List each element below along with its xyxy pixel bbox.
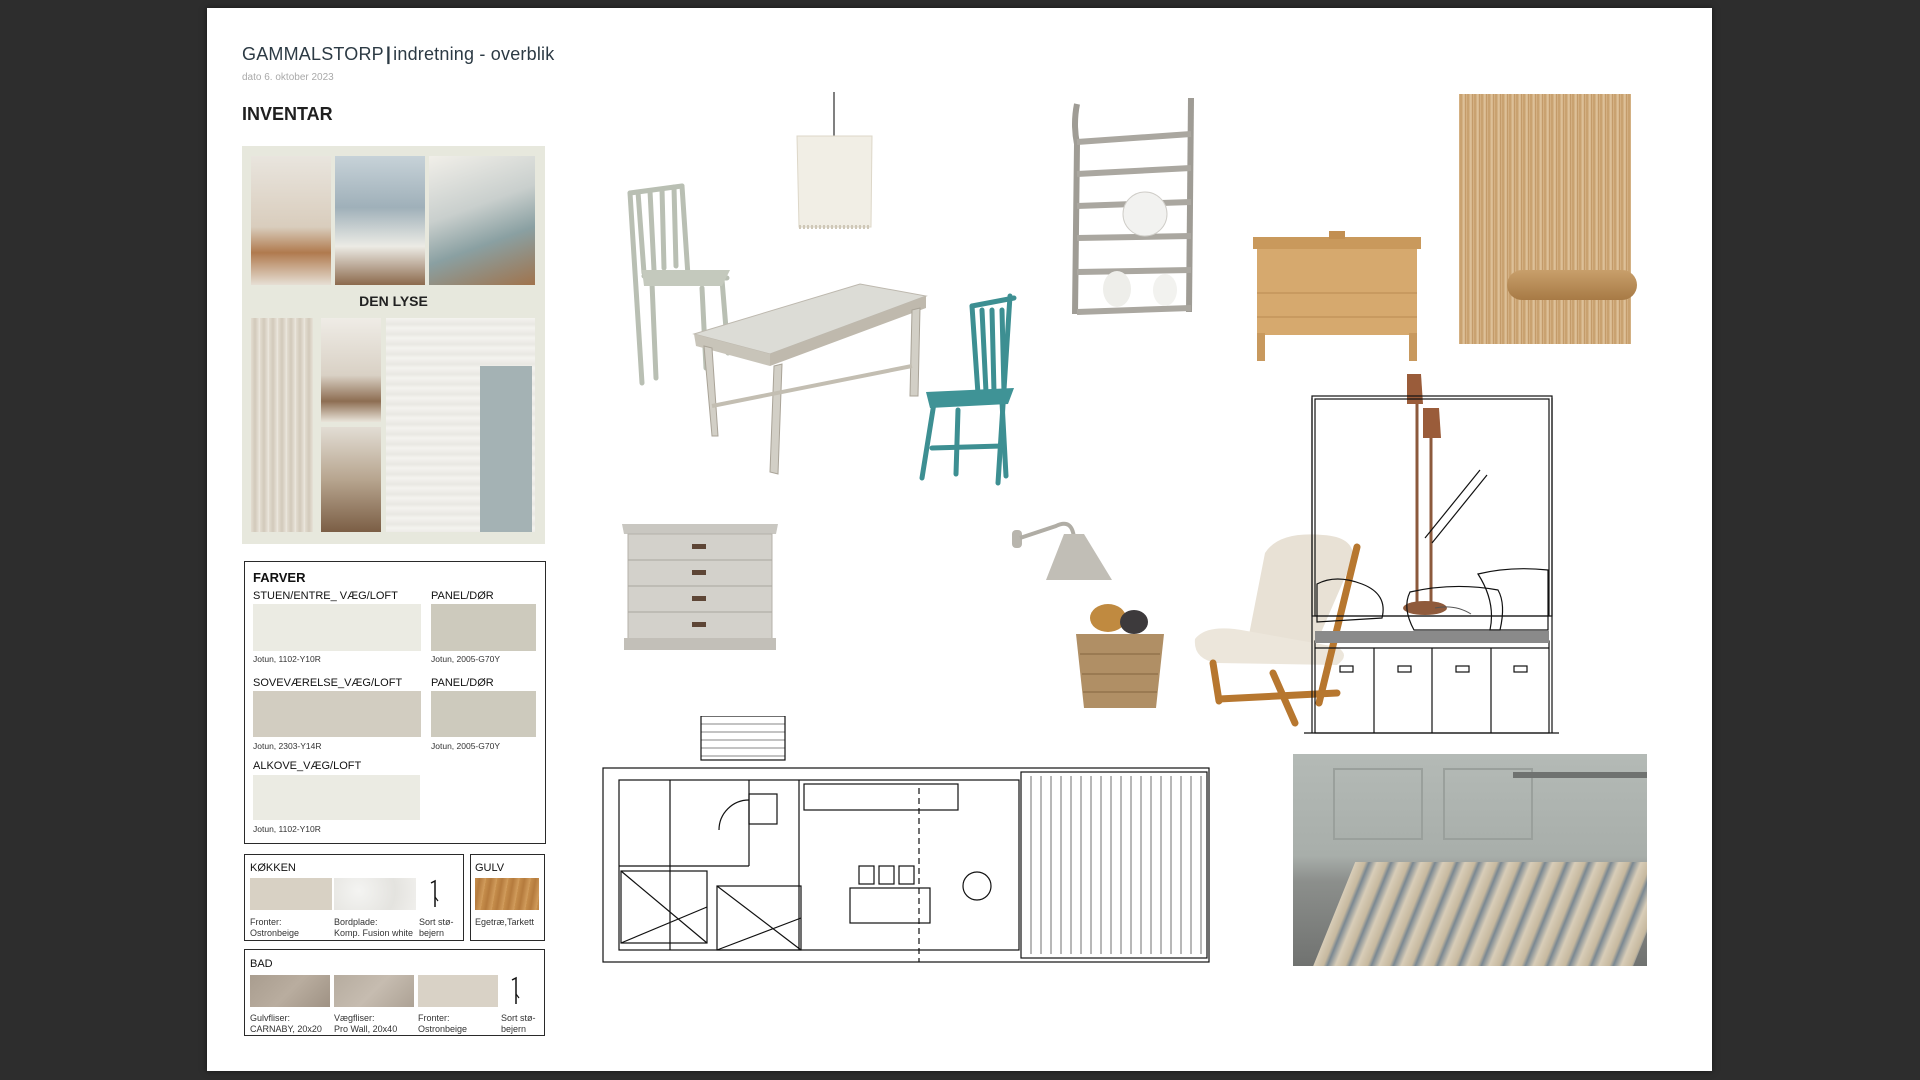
floor-plan-drawing	[602, 716, 1210, 963]
farver-row3-label: ALKOVE_VÆG/LOFT	[253, 760, 362, 772]
moodboard-panel: DEN LYSE	[242, 146, 545, 544]
caption-line: Gulvfliser:	[250, 1013, 291, 1023]
caption-line: Bordplade:	[334, 917, 378, 927]
bad-swatch-gulvfliser	[250, 975, 330, 1007]
farver-row2-label: SOVEVÆRELSE_VÆG/LOFT	[253, 677, 403, 689]
kokken-caption-bordplade: Bordplade: Komp. Fusion white	[334, 917, 413, 939]
farver-row2-label2: PANEL/DØR	[431, 677, 494, 689]
farver-row2-code2: Jotun, 2005-G70Y	[431, 741, 500, 751]
caption-line: bejern	[501, 1024, 527, 1034]
teal-dining-chair-image	[919, 293, 1017, 486]
document-page: GAMMALSTORP | indretning - overblik dato 6…	[207, 8, 1712, 1071]
grey-dresser-image	[622, 524, 778, 650]
wall-lamp-image	[1012, 521, 1112, 580]
title-subtitle: indretning - overblik	[393, 44, 555, 64]
rustic-dining-table-image	[692, 283, 928, 475]
farver-title: FARVER	[253, 570, 306, 585]
bad-title: BAD	[250, 958, 273, 970]
caption-line: CARNABY, 20x20	[250, 1024, 322, 1034]
bad-swatch-vaegfliser	[334, 975, 414, 1007]
mood-photo-bedroom	[321, 318, 381, 422]
mood-photo-kitchen-shelf	[335, 156, 425, 285]
caption-line: bejern	[419, 928, 445, 938]
farver-row2-code: Jotun, 2303-Y14R	[253, 741, 322, 751]
mood-photo-living	[251, 156, 331, 285]
rug	[1310, 862, 1647, 966]
title-separator: |	[385, 44, 392, 64]
farver-row1-label: STUEN/ENTRE_ VÆG/LOFT	[253, 590, 398, 602]
farver-row2-swatch2	[431, 691, 536, 737]
mood-photo-staircase	[429, 156, 535, 285]
jute-basket-image	[1076, 604, 1164, 708]
blind-roll	[1507, 270, 1637, 300]
faucet-icon	[511, 976, 520, 1004]
mood-photo-curtain	[251, 318, 313, 532]
gulv-swatch-oak	[475, 878, 539, 910]
caption-line: Komp. Fusion white	[334, 928, 414, 938]
alcove-elevation-drawing	[1304, 395, 1559, 734]
mood-photo-storage	[321, 427, 381, 532]
farver-row1-code2: Jotun, 2005-G70Y	[431, 654, 500, 664]
mood-photo-door	[480, 366, 532, 532]
caption-line: Sort stø-	[501, 1013, 536, 1023]
farver-row2-swatch	[253, 691, 421, 737]
bad-box: BAD Gulvfliser: CARNABY, 20x20 Vægfliser:…	[244, 949, 545, 1036]
wall-panel	[1443, 768, 1533, 840]
moodboard-label: DEN LYSE	[359, 293, 428, 309]
kokken-title: KØKKEN	[250, 862, 296, 874]
bad-swatch-fronter	[418, 975, 498, 1007]
kokken-caption-faucet: Sort stø-bejern	[419, 917, 454, 939]
oak-chest-bench-image	[1253, 231, 1421, 361]
bad-caption-vaegfliser: Vægfliser: Pro Wall, 20x40	[334, 1013, 397, 1035]
pendant-lamp-image	[796, 92, 873, 229]
caption-line: Ostronbeige	[250, 928, 300, 938]
farver-box: FARVER STUEN/ENTRE_ VÆG/LOFT Jotun, 1102…	[244, 561, 546, 844]
gulv-title: GULV	[475, 862, 505, 874]
section-title: INVENTAR	[242, 104, 333, 124]
bad-caption-fronter: Fronter: Ostronbeige	[418, 1013, 467, 1035]
farver-row1-label2: PANEL/DØR	[431, 590, 494, 602]
farver-row1-swatch2	[431, 604, 536, 651]
caption-line: Vægfliser:	[334, 1013, 375, 1023]
wall-panel	[1333, 768, 1423, 840]
bamboo-roller-blind-image	[1459, 94, 1631, 344]
caption-line: Pro Wall, 20x40	[334, 1024, 398, 1034]
kokken-swatch-fronter	[250, 878, 332, 910]
kokken-swatch-bordplade	[334, 878, 416, 910]
farver-row3-code: Jotun, 1102-Y10R	[253, 824, 321, 834]
farver-row1-code: Jotun, 1102-Y10R	[253, 654, 321, 664]
caption-line: Sort stø-	[419, 917, 454, 927]
date-text: dato 6. oktober 2023	[242, 72, 334, 83]
farver-row1-swatch	[253, 604, 421, 651]
farver-row3-swatch	[253, 775, 420, 820]
plate-rack-shelf-image	[1072, 97, 1194, 315]
gulv-caption: Egetræ,Tarkett	[475, 917, 535, 927]
console-table	[1513, 772, 1647, 778]
gulv-box: GULV Egetræ,Tarkett	[470, 854, 545, 941]
page-title: GAMMALSTORP | indretning - overblik	[242, 44, 554, 65]
caption-line: Fronter:	[418, 1013, 450, 1023]
bad-caption-gulvfliser: Gulvfliser: CARNABY, 20x20	[250, 1013, 322, 1035]
bad-caption-faucet: Sort stø-bejern	[501, 1013, 536, 1035]
title-brand: GAMMALSTORP	[242, 44, 384, 64]
caption-line: Fronter:	[250, 917, 282, 927]
kokken-box: KØKKEN Fronter: Ostronbeige Bordplade: Kom…	[244, 854, 464, 941]
kokken-caption-fronter: Fronter: Ostronbeige	[250, 917, 299, 939]
caption-line: Ostronbeige	[418, 1024, 468, 1034]
faucet-icon	[430, 879, 439, 907]
wainscoting-rug-photo	[1293, 754, 1647, 966]
